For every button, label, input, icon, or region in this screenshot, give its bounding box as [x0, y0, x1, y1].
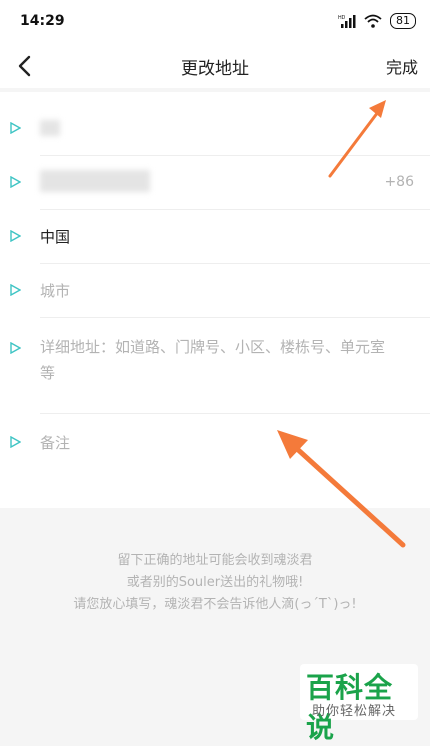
arrow-to-done-icon [328, 100, 386, 178]
watermark-sub-text: 助你轻松解决 [312, 704, 397, 719]
arrow-to-note-icon [277, 430, 406, 548]
watermark-logo: 百科全说 助你轻松解决 [300, 664, 418, 744]
annotation-arrows [277, 100, 406, 548]
